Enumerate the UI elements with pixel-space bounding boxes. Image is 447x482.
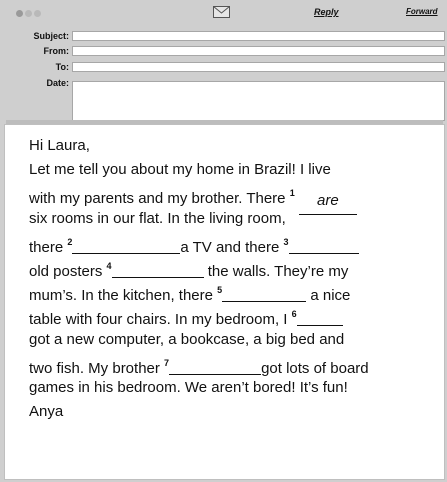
greeting: Hi Laura, bbox=[29, 137, 90, 154]
email-window: Reply Forward Subject: From: To: Date: H… bbox=[0, 0, 447, 482]
letter-line: mum’s. In the kitchen, there 5 a nice bbox=[29, 279, 445, 305]
gap-2-blank[interactable] bbox=[72, 238, 181, 254]
letter-text-segment: two fish. My brother bbox=[29, 359, 165, 377]
letter-line: Let me tell you about my home in Brazil!… bbox=[29, 161, 331, 179]
letter-text-segment: the walls. They’re my bbox=[203, 262, 349, 280]
letter-text-segment: table with four chairs. In my bedroom, I bbox=[29, 311, 292, 329]
gap-4-blank[interactable] bbox=[111, 262, 204, 278]
window-dot-icon bbox=[34, 10, 41, 17]
to-row: To: bbox=[0, 62, 447, 72]
letter-line: old posters 4 the walls. They’re my bbox=[29, 255, 445, 280]
letter-text-segment: there bbox=[29, 238, 68, 256]
gap-3-blank[interactable] bbox=[288, 238, 359, 254]
letter-line: got a new computer, a bookcase, a big be… bbox=[29, 330, 345, 348]
letter-text-segment: with my parents and my brother. There bbox=[29, 190, 290, 208]
gap-number: 4 bbox=[106, 260, 112, 271]
window-dots bbox=[16, 10, 41, 17]
gap-number: 7 bbox=[164, 357, 170, 368]
gap-5-blank[interactable] bbox=[222, 286, 307, 303]
to-label: To: bbox=[55, 62, 69, 72]
letter-text: Hi Laura, Let me tell you about my home … bbox=[29, 134, 445, 424]
date-field[interactable] bbox=[72, 81, 445, 121]
forward-link[interactable]: Forward bbox=[406, 7, 438, 16]
window-dot-icon bbox=[16, 10, 23, 17]
gap-number: 6 bbox=[291, 309, 297, 320]
gap-1-answer: are bbox=[298, 189, 357, 215]
gap-6-blank[interactable] bbox=[296, 310, 343, 327]
subject-row: Subject: bbox=[0, 31, 447, 41]
letter-line: there 2 a TV and there 3 bbox=[29, 231, 445, 256]
gap-7-blank[interactable] bbox=[169, 359, 262, 375]
gap-number: 3 bbox=[283, 236, 289, 247]
letter-text-segment: a nice bbox=[306, 287, 351, 305]
letter-line: table with four chairs. In my bedroom, I… bbox=[29, 303, 445, 329]
letter-line: two fish. My brother 7 got lots of board bbox=[29, 352, 445, 377]
letter-line: six rooms in our flat. In the living roo… bbox=[29, 209, 286, 227]
reply-link[interactable]: Reply bbox=[314, 7, 339, 17]
gap-number: 5 bbox=[217, 285, 223, 296]
from-label: From: bbox=[43, 46, 70, 56]
subject-field[interactable] bbox=[72, 31, 445, 41]
gap-number: 2 bbox=[67, 236, 73, 247]
to-field[interactable] bbox=[72, 62, 445, 72]
gap-number: 1 bbox=[289, 188, 295, 199]
window-dot-icon bbox=[25, 10, 32, 17]
letter-line: games in his bedroom. We aren’t bored! I… bbox=[29, 378, 348, 396]
envelope-icon[interactable] bbox=[213, 6, 230, 18]
letter-text-segment: got lots of board bbox=[261, 359, 369, 377]
from-row: From: bbox=[0, 46, 447, 56]
email-header: Reply Forward Subject: From: To: Date: bbox=[0, 0, 447, 124]
subject-label: Subject: bbox=[33, 31, 69, 41]
letter-text-segment: old posters bbox=[29, 262, 107, 280]
signature: Anya bbox=[29, 403, 64, 421]
letter-line: with my parents and my brother. There 1 … bbox=[29, 182, 445, 215]
from-field[interactable] bbox=[72, 46, 445, 56]
letter-text-segment: a TV and there bbox=[180, 238, 284, 256]
letter-text-segment: mum’s. In the kitchen, there bbox=[29, 287, 218, 305]
date-label: Date: bbox=[46, 78, 69, 88]
